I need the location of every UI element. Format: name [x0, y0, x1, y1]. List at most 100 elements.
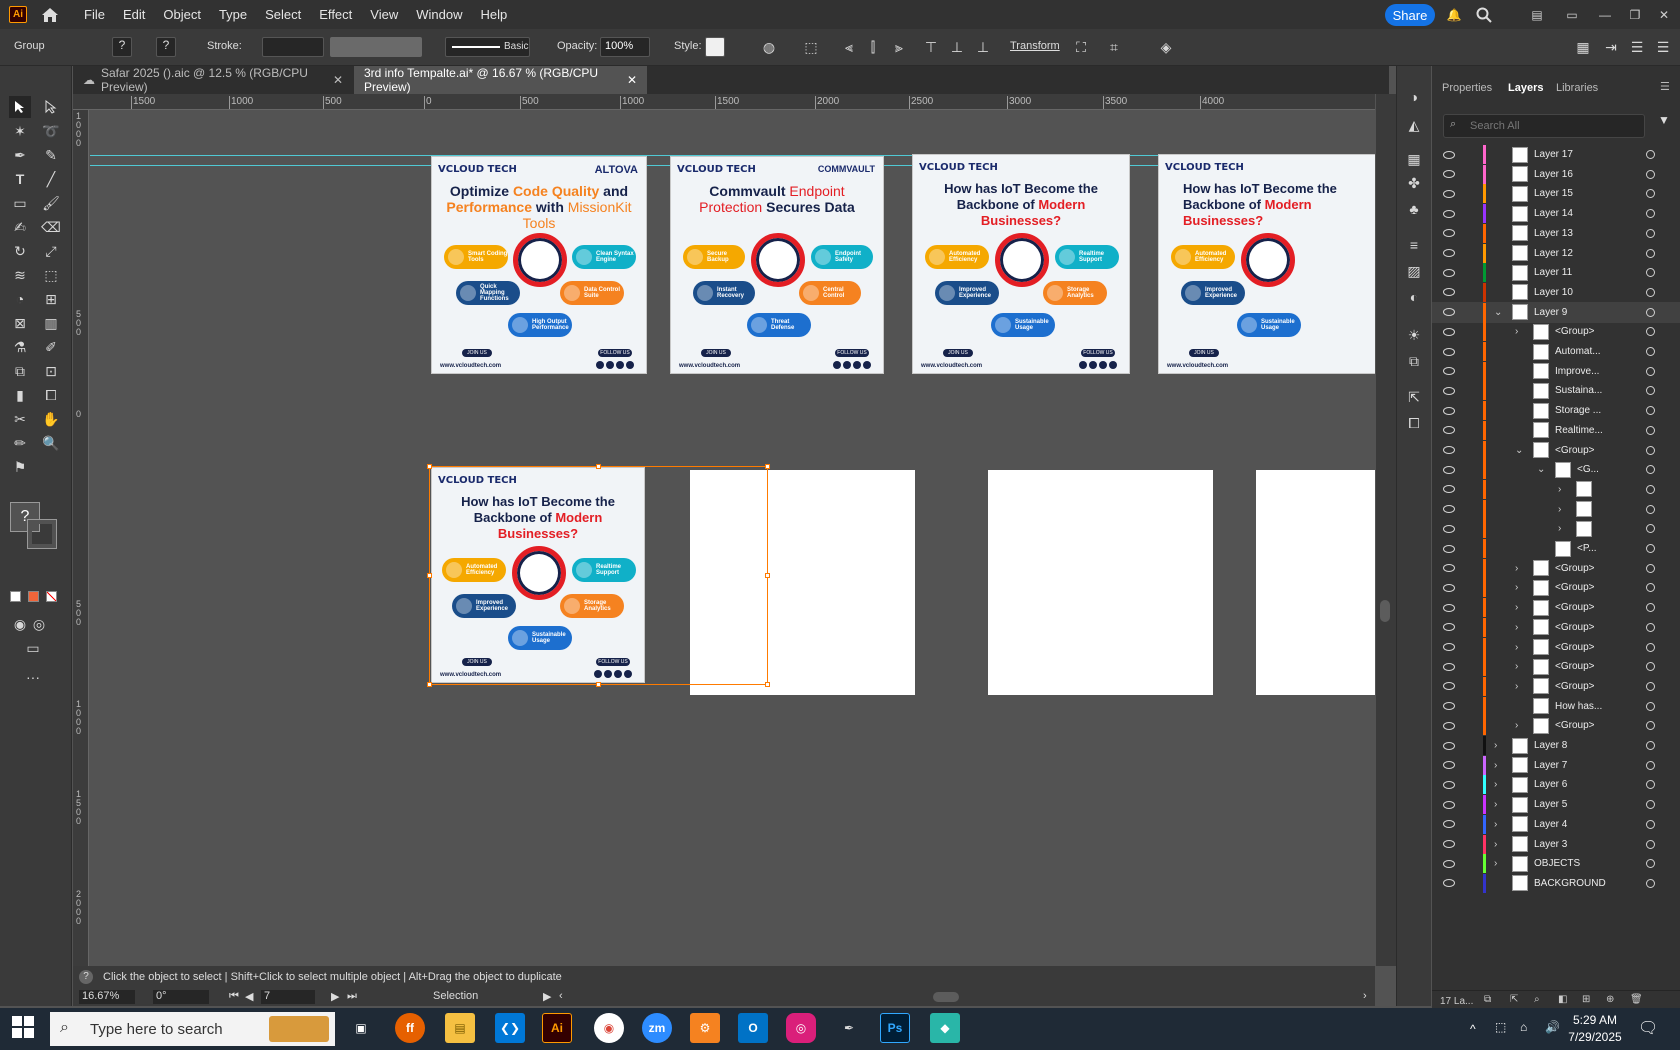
menu-item-edit[interactable]: Edit	[114, 7, 154, 22]
visibility-eye-icon[interactable]	[1443, 544, 1455, 553]
layer-row[interactable]: › Layer 3	[1432, 834, 1680, 855]
layer-row[interactable]: › <Group>	[1432, 558, 1680, 579]
collapse-chevron-icon[interactable]: ⌄	[1537, 464, 1545, 475]
gradient-mode-icon[interactable]	[28, 591, 39, 602]
align-center-icon[interactable]: ⫿	[862, 36, 884, 58]
target-circle-icon[interactable]	[1646, 347, 1655, 356]
visibility-eye-icon[interactable]	[1443, 327, 1455, 336]
menu-item-select[interactable]: Select	[256, 7, 310, 22]
type-tool-icon[interactable]: T	[9, 168, 31, 190]
width-tool-icon[interactable]: ≋	[9, 264, 31, 286]
creative-cloud-icon[interactable]: ◎	[786, 1013, 816, 1043]
visibility-eye-icon[interactable]	[1443, 564, 1455, 573]
menu-item-view[interactable]: View	[361, 7, 407, 22]
menu-item-file[interactable]: File	[75, 7, 114, 22]
menu-item-help[interactable]: Help	[471, 7, 516, 22]
target-circle-icon[interactable]	[1646, 504, 1655, 514]
target-circle-icon[interactable]	[1646, 484, 1655, 494]
tray-app-icon[interactable]: ⬚	[1495, 1020, 1506, 1034]
color-guide-icon[interactable]: ◭	[1403, 114, 1425, 136]
layer-row[interactable]: › OBJECTS	[1432, 853, 1680, 874]
expand-chevron-icon[interactable]: ›	[1515, 720, 1518, 731]
target-circle-icon[interactable]	[1646, 228, 1655, 238]
layer-row[interactable]: ⌄ <G...	[1432, 459, 1680, 480]
expand-chevron-icon[interactable]: ›	[1515, 602, 1518, 613]
eraser-icon[interactable]: ⌫	[40, 216, 62, 238]
target-circle-icon[interactable]	[1646, 465, 1655, 475]
minimize-icon[interactable]: —	[1595, 5, 1615, 25]
layer-row[interactable]: › <Group>	[1432, 321, 1680, 342]
layer-row[interactable]: BACKGROUND	[1432, 873, 1680, 894]
layer-row[interactable]: › <Group>	[1432, 676, 1680, 697]
menu-item-object[interactable]: Object	[154, 7, 210, 22]
target-circle-icon[interactable]	[1646, 386, 1655, 396]
artboards-icon[interactable]: ⧠	[1403, 412, 1425, 434]
target-circle-icon[interactable]	[1646, 425, 1655, 435]
target-circle-icon[interactable]	[1646, 268, 1655, 278]
artboard-commvault[interactable]: VCLOUD TECH COMMVAULT Commvault Endpoint…	[670, 156, 884, 374]
stroke-swatch[interactable]: ?	[156, 37, 176, 57]
color-mode-icon[interactable]	[10, 591, 21, 602]
new-sublayer-icon[interactable]: ⊞	[1582, 994, 1590, 1005]
file-explorer-icon[interactable]: ▤	[445, 1013, 475, 1043]
target-circle-icon[interactable]	[1646, 800, 1655, 810]
target-circle-icon[interactable]	[1646, 406, 1655, 416]
expand-chevron-icon[interactable]: ›	[1515, 582, 1518, 593]
visibility-eye-icon[interactable]	[1443, 859, 1455, 868]
edit-toolbar-icon[interactable]: ···	[22, 666, 44, 688]
zoom-app-icon[interactable]: zm	[642, 1013, 672, 1043]
tab-properties[interactable]: Properties	[1442, 82, 1492, 94]
outlook-icon[interactable]: O	[738, 1013, 768, 1043]
pen-tool-icon[interactable]: ✒	[9, 144, 31, 166]
visibility-eye-icon[interactable]	[1443, 406, 1455, 415]
last-artboard-icon[interactable]: ⏭	[347, 990, 357, 1003]
locate-object-icon[interactable]: ⌕	[1534, 994, 1540, 1005]
target-circle-icon[interactable]	[1646, 327, 1655, 337]
visibility-eye-icon[interactable]	[1443, 288, 1455, 297]
artboard-tool-icon[interactable]: ⧠	[40, 384, 62, 406]
selection-handle[interactable]	[596, 464, 601, 469]
visibility-eye-icon[interactable]	[1443, 189, 1455, 198]
visibility-eye-icon[interactable]	[1443, 308, 1455, 317]
fill-swatch[interactable]: ?	[112, 37, 132, 57]
taskbar-search-input[interactable]: ⌕ Type here to search	[50, 1012, 335, 1046]
variable-width-field[interactable]	[330, 37, 422, 57]
selection-handle[interactable]	[765, 573, 770, 578]
target-circle-icon[interactable]	[1646, 878, 1655, 888]
rotate-tool-icon[interactable]: ↻	[9, 240, 31, 262]
expand-chevron-icon[interactable]: ›	[1558, 504, 1561, 515]
home-icon[interactable]	[39, 5, 61, 25]
clock[interactable]: 5:29 AM 7/29/2025	[1565, 1012, 1625, 1046]
layer-row[interactable]: › Layer 7	[1432, 755, 1680, 776]
brush-definition[interactable]: Basic	[445, 37, 530, 57]
curvature-tool-icon[interactable]: ✎	[40, 144, 62, 166]
target-circle-icon[interactable]	[1646, 583, 1655, 593]
expand-chevron-icon[interactable]: ›	[1494, 779, 1497, 790]
lasso-icon[interactable]: ➰	[40, 120, 62, 142]
layer-row[interactable]: Layer 10	[1432, 282, 1680, 303]
target-circle-icon[interactable]	[1646, 150, 1655, 159]
align-right-icon[interactable]: ⫸	[888, 36, 910, 58]
target-circle-icon[interactable]	[1646, 366, 1655, 376]
visibility-eye-icon[interactable]	[1443, 800, 1455, 809]
eyedropper-icon[interactable]: ⚗	[9, 336, 31, 358]
layer-row[interactable]: › <Group>	[1432, 577, 1680, 598]
visibility-eye-icon[interactable]	[1443, 386, 1455, 395]
pen-app-icon[interactable]: ✒	[834, 1013, 864, 1043]
first-artboard-icon[interactable]: ⏮	[229, 990, 239, 1003]
layer-row[interactable]: Layer 11	[1432, 262, 1680, 283]
target-circle-icon[interactable]	[1646, 169, 1655, 179]
line-tool-icon[interactable]: ╱	[40, 168, 62, 190]
layer-row[interactable]: <P...	[1432, 538, 1680, 559]
tab-layers[interactable]: Layers	[1508, 82, 1543, 94]
new-layer-icon[interactable]: ⊕	[1606, 994, 1614, 1005]
layer-row[interactable]: › <Group>	[1432, 656, 1680, 677]
visibility-eye-icon[interactable]	[1443, 209, 1455, 218]
rectangle-tool-icon[interactable]: ▭	[9, 192, 31, 214]
selection-handle[interactable]	[427, 464, 432, 469]
symbols-icon[interactable]: ♣	[1403, 198, 1425, 220]
artboard-iot-copy[interactable]: VCLOUD TECH How has IoT Become the Backb…	[1158, 154, 1375, 374]
visibility-eye-icon[interactable]	[1443, 623, 1455, 632]
hand-tool-icon[interactable]: ✋	[40, 408, 62, 430]
visibility-eye-icon[interactable]	[1443, 229, 1455, 238]
